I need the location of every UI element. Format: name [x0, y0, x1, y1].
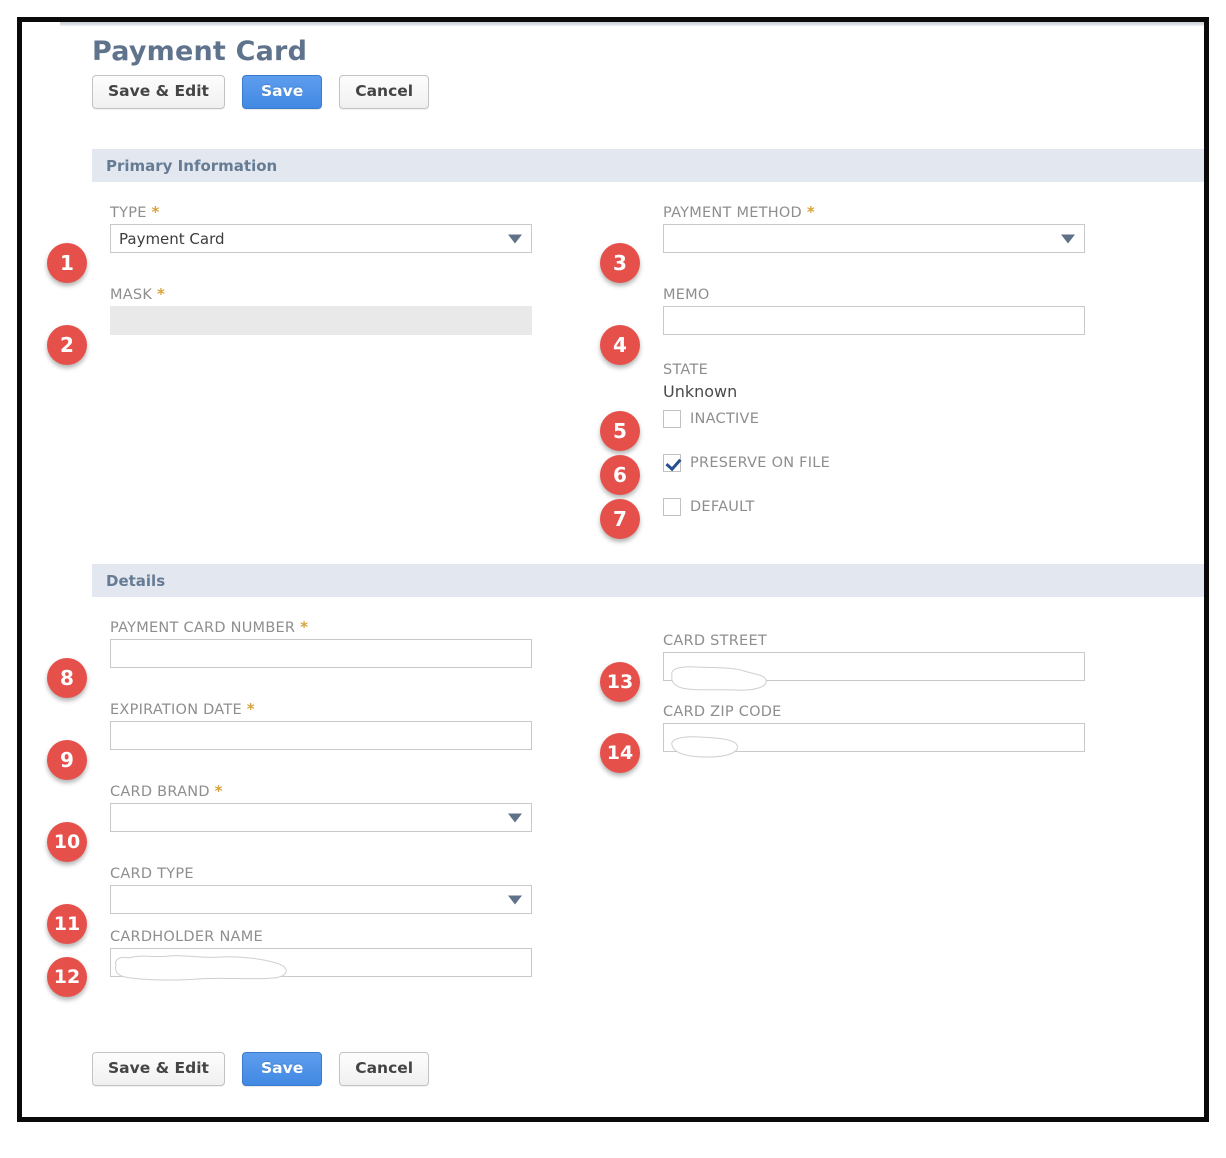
page-title: Payment Card: [92, 36, 308, 67]
checkbox-row-inactive[interactable]: INACTIVE: [663, 410, 759, 428]
callout-badge-8: 8: [47, 658, 87, 698]
label-card-zip-code: CARD ZIP CODE: [663, 704, 782, 720]
field-card-brand: CARD BRAND *: [110, 782, 532, 832]
state-value: Unknown: [663, 382, 738, 401]
field-type: TYPE * Payment Card: [110, 203, 532, 253]
label-payment-method: PAYMENT METHOD *: [663, 203, 815, 221]
section-header-primary-information: Primary Information: [92, 149, 1204, 182]
app-viewport: Payment Card Save & Edit Save Cancel Pri…: [22, 22, 1204, 1117]
label-card-street: CARD STREET: [663, 633, 767, 649]
callout-badge-13: 13: [600, 662, 640, 702]
label-cardholder-name: CARDHOLDER NAME: [110, 929, 263, 945]
label-card-type: CARD TYPE: [110, 866, 194, 882]
screenshot-frame: Payment Card Save & Edit Save Cancel Pri…: [17, 17, 1209, 1122]
mask-input: [110, 306, 532, 335]
field-expiration-date: EXPIRATION DATE *: [110, 700, 532, 750]
section-title-details: Details: [106, 571, 166, 590]
cancel-button-bottom[interactable]: Cancel: [339, 1052, 430, 1086]
callout-badge-1: 1: [47, 243, 87, 283]
field-memo: MEMO: [663, 285, 1085, 335]
callout-badge-11: 11: [47, 904, 87, 944]
required-marker: *: [806, 203, 815, 221]
label-memo: MEMO: [663, 287, 710, 303]
label-expiration-date: EXPIRATION DATE *: [110, 700, 255, 718]
label-state: STATE: [663, 362, 708, 378]
toolbar-top: Save & Edit Save Cancel: [92, 75, 430, 109]
redaction-blob-card-zip-code: [671, 736, 738, 758]
toolbar-bottom: Save & Edit Save Cancel: [92, 1052, 430, 1086]
label-mask: MASK *: [110, 285, 166, 303]
label-payment-card-number: PAYMENT CARD NUMBER *: [110, 618, 309, 636]
callout-badge-7: 7: [600, 499, 640, 539]
redaction-blob-card-street: [671, 666, 767, 691]
callout-badge-12: 12: [47, 957, 87, 997]
label-card-brand: CARD BRAND *: [110, 782, 223, 800]
inactive-checkbox[interactable]: [663, 410, 681, 428]
checkbox-row-preserve-on-file[interactable]: PRESERVE ON FILE: [663, 454, 830, 472]
payment-method-select[interactable]: [663, 224, 1085, 253]
callout-badge-10: 10: [47, 822, 87, 862]
callout-badge-3: 3: [600, 243, 640, 283]
callout-badge-6: 6: [600, 455, 640, 495]
section-title-primary-information: Primary Information: [106, 156, 278, 175]
save-and-edit-button-top[interactable]: Save & Edit: [92, 75, 225, 109]
required-marker: *: [246, 700, 255, 718]
default-checkbox-label: DEFAULT: [690, 499, 755, 515]
redaction-blob-cardholder-name: [115, 955, 287, 981]
preserve-on-file-checkbox[interactable]: [663, 454, 681, 472]
callout-badge-5: 5: [600, 411, 640, 451]
expiration-date-input[interactable]: [110, 721, 532, 750]
required-marker: *: [300, 618, 309, 636]
chevron-down-icon: [1061, 234, 1075, 243]
payment-card-number-input[interactable]: [110, 639, 532, 668]
label-type: TYPE *: [110, 203, 160, 221]
type-select[interactable]: Payment Card: [110, 224, 532, 253]
save-button-bottom[interactable]: Save: [241, 1052, 323, 1086]
callout-badge-4: 4: [600, 325, 640, 365]
payment-card-form: Payment Card Save & Edit Save Cancel Pri…: [22, 22, 1204, 1117]
field-payment-method: PAYMENT METHOD *: [663, 203, 1085, 253]
chevron-down-icon: [508, 234, 522, 243]
default-checkbox[interactable]: [663, 498, 681, 516]
card-brand-select[interactable]: [110, 803, 532, 832]
field-mask: MASK *: [110, 285, 532, 335]
preserve-on-file-checkbox-label: PRESERVE ON FILE: [690, 455, 831, 471]
chevron-down-icon: [508, 895, 522, 904]
chevron-down-icon: [508, 813, 522, 822]
callout-badge-9: 9: [47, 740, 87, 780]
inactive-checkbox-label: INACTIVE: [690, 411, 760, 427]
screenshot-root: Payment Card Save & Edit Save Cancel Pri…: [0, 0, 1226, 1158]
callout-badge-2: 2: [47, 325, 87, 365]
required-marker: *: [151, 203, 160, 221]
card-type-select[interactable]: [110, 885, 532, 914]
cancel-button-top[interactable]: Cancel: [339, 75, 430, 109]
save-and-edit-button-bottom[interactable]: Save & Edit: [92, 1052, 225, 1086]
checkbox-row-default[interactable]: DEFAULT: [663, 498, 755, 516]
field-card-type: CARD TYPE: [110, 864, 532, 914]
callout-badge-14: 14: [600, 733, 640, 773]
field-payment-card-number: PAYMENT CARD NUMBER *: [110, 618, 532, 668]
section-header-details: Details: [92, 564, 1204, 597]
type-select-value: Payment Card: [119, 229, 225, 248]
save-button-top[interactable]: Save: [241, 75, 323, 109]
required-marker: *: [214, 782, 223, 800]
memo-input[interactable]: [663, 306, 1085, 335]
required-marker: *: [157, 285, 166, 303]
